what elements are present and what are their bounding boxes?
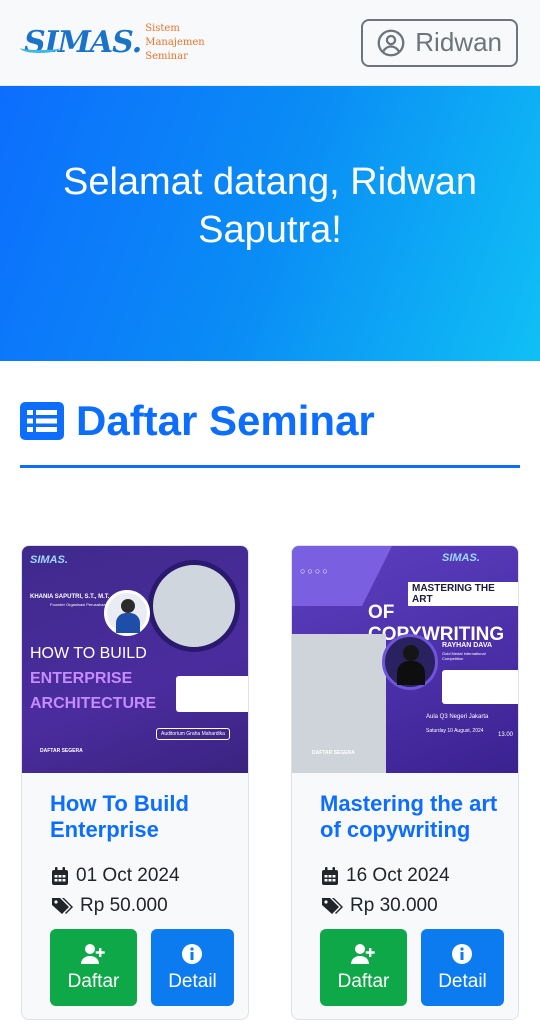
poster-speaker-role: Founder Organisasi Perusahaan: [50, 602, 108, 607]
hero-banner: Selamat datang, Ridwan Saputra!: [0, 86, 540, 361]
info-circle-icon: [452, 943, 473, 964]
poster-line2: ENTERPRISE: [30, 670, 133, 687]
date-text: 01 Oct 2024: [76, 865, 180, 886]
price-text: Rp 30.000: [350, 895, 438, 916]
register-button[interactable]: Daftar: [50, 929, 137, 1006]
welcome-heading: Selamat datang, Ridwan Saputra!: [62, 160, 478, 251]
poster-cta: DAFTAR SEGERA: [312, 750, 355, 756]
seminar-title[interactable]: Mastering the art of copywriting: [320, 791, 504, 851]
seminar-grid: SIMAS. KHANIA SAPUTRI, S.T., M.T. Founde…: [20, 545, 520, 1020]
user-menu-button[interactable]: Ridwan: [361, 18, 518, 67]
tags-icon: [322, 898, 343, 914]
user-plus-icon: [81, 943, 106, 964]
poster-headline: OF COPYWRITING: [368, 602, 505, 645]
poster-logo: SIMAS.: [30, 554, 68, 566]
poster-form-box: [176, 676, 248, 712]
register-button[interactable]: Daftar: [320, 929, 407, 1006]
poster-cta: DAFTAR SEGERA: [40, 748, 83, 754]
navbar: SIMAS. Sistem Manajemen Seminar Ridwan: [0, 0, 540, 86]
poster-line1: HOW TO BUILD: [30, 645, 147, 662]
price-text: Rp 50.000: [80, 895, 168, 916]
tags-icon: [52, 898, 73, 914]
seminar-title[interactable]: How To Build Enterprise: [50, 791, 234, 851]
poster-form-box: [442, 670, 518, 704]
seminar-date: 16 Oct 2024: [320, 865, 504, 887]
poster-speaker-photo: [104, 590, 150, 636]
poster-time: 13.00: [498, 732, 514, 738]
info-circle-icon: [182, 943, 203, 964]
card-body: How To Build Enterprise 01 Oct 2024 Rp 5…: [22, 773, 248, 1006]
section-title-text: Daftar Seminar: [76, 397, 375, 444]
seminar-date: 01 Oct 2024: [50, 865, 234, 887]
user-circle-icon: [377, 29, 405, 56]
seminar-card: SIMAS. ○○○○ MASTERING THE ART OF COPYWRI…: [291, 545, 519, 1020]
seminar-card: SIMAS. KHANIA SAPUTRI, S.T., M.T. Founde…: [21, 545, 249, 1020]
poster-line3: ARCHITECTURE: [30, 695, 157, 712]
user-plus-icon: [351, 943, 376, 964]
poster-dots: ○○○○: [300, 566, 330, 576]
detail-button[interactable]: Detail: [150, 929, 234, 1006]
user-name-label: Ridwan: [415, 27, 502, 57]
seminar-poster-image[interactable]: SIMAS. KHANIA SAPUTRI, S.T., M.T. Founde…: [22, 546, 248, 773]
seminar-price: Rp 50.000: [50, 895, 234, 917]
poster-meeting-photo: [148, 560, 240, 652]
seminar-price: Rp 30.000: [320, 895, 504, 917]
poster-speaker-photo: [382, 634, 438, 690]
card-actions: Daftar Detail: [320, 929, 504, 1006]
section-divider: [20, 465, 520, 468]
poster-speaker: RAYHAN DAVA: [442, 642, 493, 649]
detail-button[interactable]: Detail: [420, 929, 504, 1006]
detail-label: Detail: [438, 970, 487, 992]
poster-logo: SIMAS.: [442, 552, 480, 564]
poster-venue: Aula Q3 Negeri Jakarta: [426, 714, 489, 720]
list-icon: [20, 402, 64, 440]
brand-subtitle: Sistem Manajemen Seminar: [145, 22, 205, 62]
poster-speaker-role: Gold Medal International Competition: [442, 651, 486, 661]
poster-date: Saturday 10 August, 2024: [426, 728, 484, 734]
calendar-icon: [52, 867, 68, 885]
register-label: Daftar: [337, 970, 390, 992]
poster-speaker: KHANIA SAPUTRI, S.T., M.T.: [30, 594, 110, 600]
section-title: Daftar Seminar: [20, 397, 520, 445]
seminar-section: Daftar Seminar SIMAS. KHANIA SAPUTRI, S.…: [0, 361, 540, 1020]
poster-shape: [292, 546, 392, 606]
detail-label: Detail: [168, 970, 217, 992]
logo-wordmark: SIMAS.: [20, 25, 142, 60]
seminar-poster-image[interactable]: SIMAS. ○○○○ MASTERING THE ART OF COPYWRI…: [292, 546, 518, 773]
date-text: 16 Oct 2024: [346, 865, 450, 886]
brand-logo[interactable]: SIMAS. Sistem Manajemen Seminar: [20, 22, 205, 64]
calendar-icon: [322, 867, 338, 885]
register-label: Daftar: [67, 970, 120, 992]
card-body: Mastering the art of copywriting 16 Oct …: [292, 773, 518, 1006]
poster-venue: Auditorium Graha Mahardika: [156, 728, 230, 740]
card-actions: Daftar Detail: [50, 929, 234, 1006]
